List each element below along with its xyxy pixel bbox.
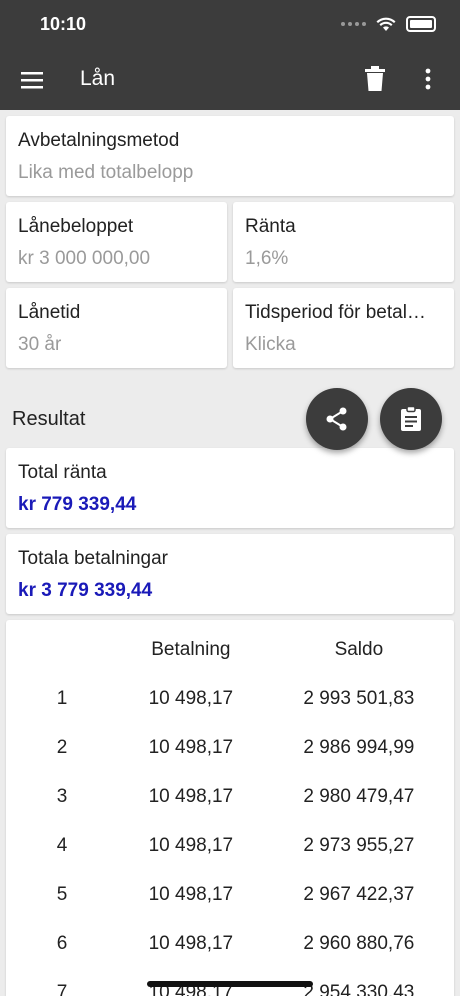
column-header-number bbox=[6, 620, 118, 674]
share-icon bbox=[326, 407, 347, 431]
table-row: 3 10 498,17 2 980 479,47 bbox=[6, 772, 454, 821]
status-time: 10:10 bbox=[40, 14, 87, 34]
period-value: Klicka bbox=[245, 334, 296, 355]
period-label: Tidsperiod för betal… bbox=[245, 302, 426, 323]
row-balance: 2 993 501,83 bbox=[303, 687, 415, 709]
row-payment: 10 498,17 bbox=[148, 883, 234, 905]
row-number: 2 bbox=[56, 736, 68, 758]
row-balance: 2 960 880,76 bbox=[303, 932, 415, 954]
status-bar: 10:10 bbox=[0, 0, 460, 50]
term-label: Lånetid bbox=[18, 302, 81, 323]
amount-value: kr 3 000 000,00 bbox=[18, 248, 151, 269]
rate-value: 1,6% bbox=[245, 248, 289, 269]
row-number: 3 bbox=[56, 785, 68, 807]
method-field[interactable]: Avbetalningsmetod Lika med totalbelopp bbox=[6, 116, 454, 196]
row-payment: 10 498,17 bbox=[148, 932, 234, 954]
wifi-icon bbox=[376, 17, 396, 31]
total-payments-value: kr 3 779 339,44 bbox=[18, 580, 153, 601]
term-field[interactable]: Lånetid 30 år bbox=[6, 288, 227, 368]
table-row: 1 10 498,17 2 993 501,83 bbox=[6, 674, 454, 723]
row-number: 4 bbox=[56, 834, 68, 856]
copy-button[interactable] bbox=[380, 388, 442, 450]
row-balance: 2 967 422,37 bbox=[303, 883, 415, 905]
rate-label: Ränta bbox=[245, 216, 296, 237]
row-payment: 10 498,17 bbox=[148, 687, 234, 709]
menu-icon[interactable] bbox=[20, 68, 44, 92]
total-payments-card: Totala betalningar kr 3 779 339,44 bbox=[6, 534, 454, 614]
trash-icon[interactable] bbox=[364, 66, 386, 92]
row-number: 6 bbox=[56, 932, 68, 954]
row-payment: 10 498,17 bbox=[148, 834, 234, 856]
method-label: Avbetalningsmetod bbox=[18, 130, 180, 151]
result-heading: Resultat bbox=[12, 408, 86, 430]
rate-field[interactable]: Ränta 1,6% bbox=[233, 202, 454, 282]
total-interest-card: Total ränta kr 779 339,44 bbox=[6, 448, 454, 528]
status-icons bbox=[341, 16, 436, 32]
battery-icon bbox=[406, 16, 436, 32]
row-number: 7 bbox=[56, 981, 68, 996]
more-vert-icon[interactable] bbox=[418, 66, 438, 92]
row-balance: 2 986 994,99 bbox=[303, 736, 415, 758]
method-value: Lika med totalbelopp bbox=[18, 162, 194, 183]
amount-label: Lånebeloppet bbox=[18, 216, 134, 237]
table-row: 5 10 498,17 2 967 422,37 bbox=[6, 870, 454, 919]
amount-field[interactable]: Lånebeloppet kr 3 000 000,00 bbox=[6, 202, 227, 282]
clipboard-icon bbox=[401, 406, 421, 431]
app-bar: Lån bbox=[0, 50, 460, 110]
row-number: 1 bbox=[56, 687, 68, 709]
total-interest-label: Total ränta bbox=[18, 462, 107, 483]
row-number: 5 bbox=[56, 883, 68, 905]
result-header: Resultat bbox=[6, 368, 454, 450]
signal-icon bbox=[341, 22, 366, 26]
table-row: 4 10 498,17 2 973 955,27 bbox=[6, 821, 454, 870]
total-interest-value: kr 779 339,44 bbox=[18, 494, 137, 515]
share-button[interactable] bbox=[306, 388, 368, 450]
row-payment: 10 498,17 bbox=[148, 736, 234, 758]
column-header-payment: Betalning bbox=[151, 638, 231, 660]
period-field[interactable]: Tidsperiod för betal… Klicka bbox=[233, 288, 454, 368]
term-value: 30 år bbox=[18, 334, 62, 355]
table-header-row: Betalning Saldo bbox=[6, 620, 454, 674]
row-balance: 2 980 479,47 bbox=[303, 785, 415, 807]
table-row: 6 10 498,17 2 960 880,76 bbox=[6, 919, 454, 968]
page-title: Lån bbox=[80, 67, 116, 90]
table-row: 2 10 498,17 2 986 994,99 bbox=[6, 723, 454, 772]
home-indicator[interactable] bbox=[147, 981, 313, 987]
column-header-balance: Saldo bbox=[334, 638, 384, 660]
total-payments-label: Totala betalningar bbox=[18, 548, 168, 569]
amortization-table: Betalning Saldo 1 10 498,17 2 993 501,83… bbox=[6, 620, 454, 996]
row-payment: 10 498,17 bbox=[148, 785, 234, 807]
row-balance: 2 973 955,27 bbox=[303, 834, 415, 856]
main-content: Avbetalningsmetod Lika med totalbelopp L… bbox=[0, 110, 460, 996]
